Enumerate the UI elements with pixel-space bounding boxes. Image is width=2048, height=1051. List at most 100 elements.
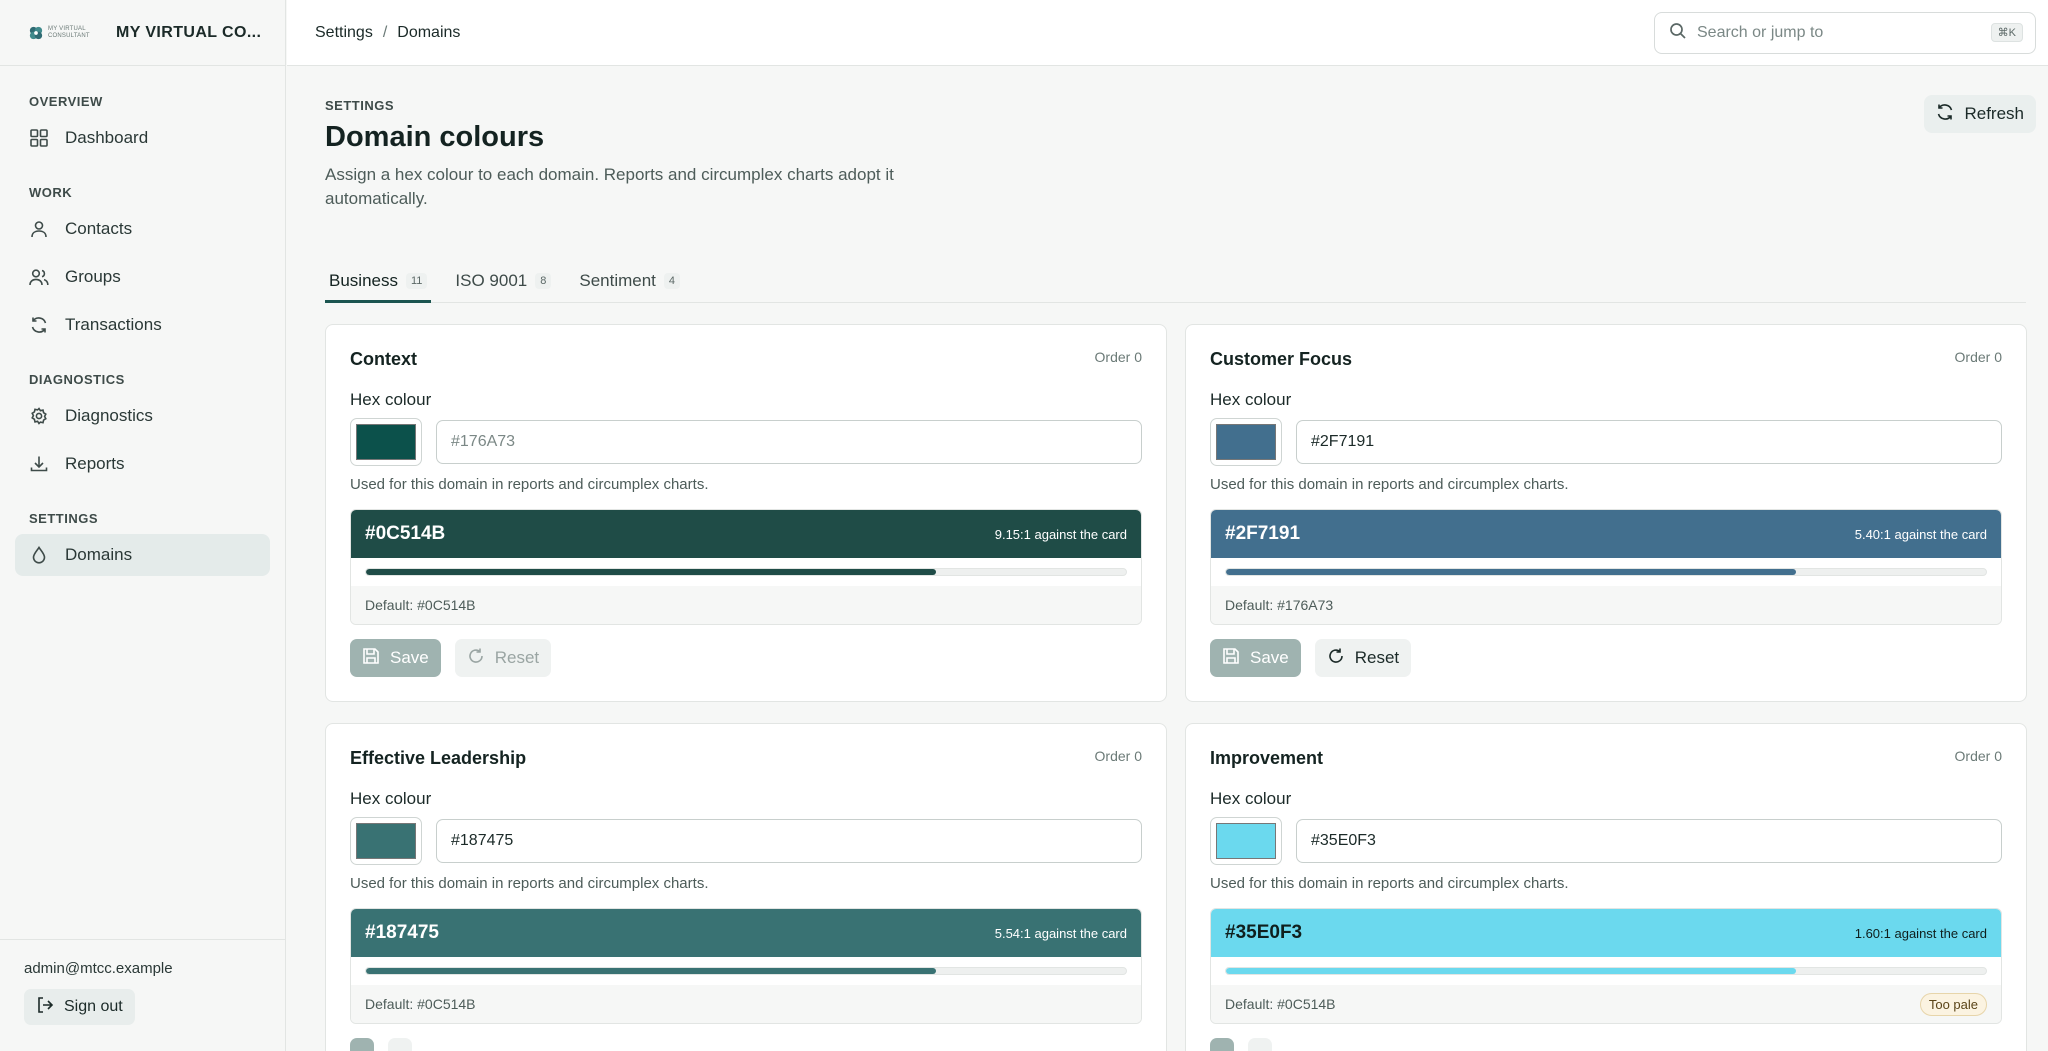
- user-icon: [29, 219, 49, 239]
- nav-section-title: DIAGNOSTICS: [29, 372, 125, 387]
- swatch-fill: [356, 823, 416, 859]
- sidebar-item-contacts[interactable]: Contacts: [15, 208, 270, 250]
- sidebar-item-label: Contacts: [65, 219, 133, 238]
- breadcrumb-settings[interactable]: Settings: [315, 24, 373, 42]
- refresh-label: Refresh: [1964, 104, 2024, 123]
- card-order: Order 0: [1094, 748, 1142, 764]
- breadcrumb: Settings / Domains: [315, 24, 460, 42]
- breadcrumb-separator: /: [382, 23, 388, 41]
- nav-section-title: SETTINGS: [29, 511, 99, 526]
- default-colour: Default: #176A73: [1225, 597, 1334, 613]
- hex-input[interactable]: [1296, 420, 2002, 464]
- user-email: admin@mtcc.example: [24, 960, 173, 977]
- brand-name: MY VIRTUAL CO...: [116, 23, 262, 41]
- reset-button[interactable]: [388, 1038, 412, 1051]
- tab-count: 11: [405, 273, 428, 289]
- hex-row: [350, 817, 1142, 865]
- page-description: Assign a hex colour to each domain. Repo…: [325, 165, 894, 208]
- save-button[interactable]: Save: [350, 639, 441, 677]
- hex-hint: Used for this domain in reports and circ…: [1210, 875, 1569, 892]
- logo-icon: [29, 26, 43, 39]
- color-swatch[interactable]: [1210, 418, 1282, 466]
- reset-button[interactable]: Reset: [1314, 639, 1412, 677]
- search-input[interactable]: Search or jump to ⌘K: [1654, 12, 2036, 54]
- reset-button[interactable]: [1248, 1038, 1272, 1051]
- sign-out-button[interactable]: Sign out: [24, 989, 135, 1025]
- domain-card-improvement: Improvement Order 0 Hex colour Used for …: [1185, 723, 2027, 1051]
- preview-fill: [366, 569, 936, 575]
- preview-fill: [1226, 968, 1796, 974]
- sidebar-item-transactions[interactable]: Transactions: [15, 304, 270, 346]
- domain-card-context: Context Order 0 Hex colour Used for this…: [325, 324, 1167, 702]
- refresh-button[interactable]: Refresh: [1924, 95, 2036, 133]
- preview-hex: #35E0F3: [1225, 922, 1303, 943]
- domain-card-effective-leadership: Effective Leadership Order 0 Hex colour …: [325, 723, 1167, 1051]
- save-label: Save: [390, 648, 429, 667]
- preview-hex: #187475: [365, 922, 439, 943]
- tab-label: Sentiment: [579, 271, 656, 290]
- brand[interactable]: MY VIRTUAL CONSULTANT MY VIRTUAL CO...: [0, 0, 285, 66]
- nav-group-settings: SETTINGS Domains: [0, 511, 285, 576]
- search-icon: [1669, 22, 1687, 45]
- preview-bar: #0C514B 9.15:1 against the card: [351, 510, 1141, 558]
- search-shortcut: ⌘K: [1990, 23, 2023, 42]
- save-button[interactable]: Save: [1210, 639, 1301, 677]
- color-swatch[interactable]: [350, 418, 422, 466]
- card-title: Customer Focus: [1210, 349, 1353, 369]
- page-title: Domain colours: [325, 121, 545, 153]
- hex-hint: Used for this domain in reports and circ…: [1210, 476, 1569, 493]
- sidebar-item-label: Groups: [65, 267, 121, 286]
- sign-out-icon: [36, 996, 54, 1019]
- preview-bar: #187475 5.54:1 against the card: [351, 909, 1141, 957]
- color-swatch[interactable]: [350, 817, 422, 865]
- colour-preview: #187475 5.54:1 against the card Default:…: [350, 908, 1142, 1024]
- preview-footer: Default: #176A73: [1211, 586, 2001, 624]
- brand-tagline: MY VIRTUAL CONSULTANT: [48, 25, 90, 39]
- gear-icon: [29, 406, 49, 426]
- sidebar-item-diagnostics[interactable]: Diagnostics: [15, 395, 270, 437]
- card-order: Order 0: [1954, 349, 2002, 365]
- sidebar-nav: OVERVIEW Dashboard WORK Contacts Groups …: [0, 66, 285, 576]
- default-colour: Default: #0C514B: [365, 996, 476, 1012]
- contrast-ratio: 9.15:1 against the card: [994, 526, 1127, 542]
- save-icon: [1222, 647, 1240, 670]
- card-actions: [1210, 1038, 2002, 1051]
- colour-preview: #35E0F3 1.60:1 against the card Default:…: [1210, 908, 2002, 1024]
- tab-label: Business: [329, 271, 398, 290]
- hex-input[interactable]: [1296, 819, 2002, 863]
- card-actions: [350, 1038, 1142, 1051]
- contrast-ratio: 1.60:1 against the card: [1854, 925, 1987, 941]
- save-button[interactable]: [1210, 1038, 1234, 1051]
- reset-icon: [1327, 647, 1345, 670]
- download-icon: [29, 454, 49, 474]
- preview-fill: [1226, 569, 1796, 575]
- sign-out-label: Sign out: [64, 998, 123, 1015]
- nav-group-work: WORK Contacts Groups Transactions: [0, 185, 285, 346]
- tab-iso-9001[interactable]: ISO 9001 8: [451, 263, 555, 303]
- sidebar-item-domains[interactable]: Domains: [15, 534, 270, 576]
- hex-input[interactable]: [436, 420, 1142, 464]
- tab-business[interactable]: Business 11: [325, 263, 432, 303]
- reset-label: Reset: [1354, 648, 1400, 667]
- hex-row: [1210, 418, 2002, 466]
- contrast-ratio: 5.40:1 against the card: [1854, 526, 1987, 542]
- save-button[interactable]: [350, 1038, 374, 1051]
- card-title: Improvement: [1210, 748, 1324, 768]
- topbar: Settings / Domains Search or jump to ⌘K: [287, 0, 2048, 66]
- sidebar-item-reports[interactable]: Reports: [15, 443, 270, 485]
- sidebar-item-label: Reports: [65, 454, 125, 473]
- grid-icon: [29, 128, 49, 148]
- reset-button[interactable]: Reset: [454, 639, 552, 677]
- reset-icon: [467, 647, 485, 670]
- sidebar-item-groups[interactable]: Groups: [15, 256, 270, 298]
- preview-track: [365, 568, 1127, 576]
- users-icon: [29, 267, 49, 287]
- preview-hex: #0C514B: [365, 523, 446, 544]
- hex-hint: Used for this domain in reports and circ…: [350, 476, 709, 493]
- sidebar-item-dashboard[interactable]: Dashboard: [15, 117, 270, 159]
- tab-sentiment[interactable]: Sentiment 4: [575, 263, 684, 303]
- hex-input[interactable]: [436, 819, 1142, 863]
- card-actions: Save Reset: [350, 639, 1142, 677]
- color-swatch[interactable]: [1210, 817, 1282, 865]
- tab-label: ISO 9001: [455, 271, 528, 290]
